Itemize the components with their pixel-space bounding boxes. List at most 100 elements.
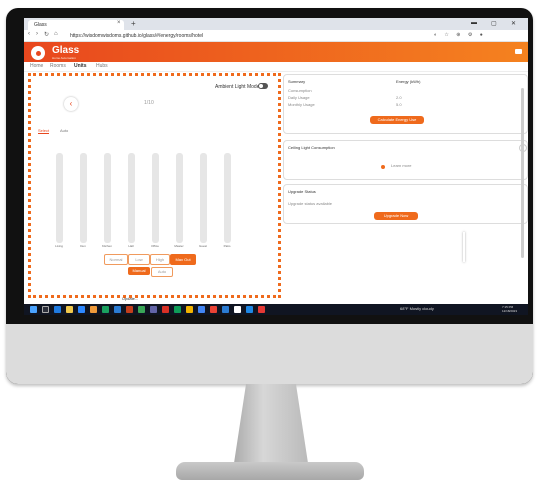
app-brand: Glass bbox=[52, 45, 80, 56]
start-icon[interactable] bbox=[30, 306, 37, 313]
monitor-chin bbox=[6, 324, 533, 384]
ceiling-title: Ceiling Light Consumption bbox=[288, 145, 335, 150]
slider-label: Master bbox=[174, 244, 184, 248]
tab-close-icon[interactable]: × bbox=[117, 20, 121, 26]
monitor-stand-neck bbox=[233, 384, 309, 466]
nav-rooms[interactable]: Rooms bbox=[50, 63, 66, 69]
clock-date: 12/18/2023 bbox=[502, 309, 518, 313]
heart-icon bbox=[381, 165, 385, 169]
excel-icon[interactable] bbox=[102, 306, 109, 313]
chip-normal[interactable]: Normal bbox=[104, 254, 128, 265]
new-tab-button[interactable]: + bbox=[131, 19, 136, 28]
app-icon[interactable] bbox=[222, 306, 229, 313]
row-value: 5.0 bbox=[396, 102, 402, 107]
upgrade-button[interactable]: Upgrade Now bbox=[374, 212, 418, 220]
slider-label: Den bbox=[80, 244, 86, 248]
forward-arrow-icon[interactable]: › bbox=[36, 31, 38, 37]
slider-label: Guest bbox=[198, 244, 207, 248]
page-indicator: 1/10 bbox=[144, 100, 154, 106]
app-icon[interactable] bbox=[234, 306, 241, 313]
app-icon[interactable] bbox=[210, 306, 217, 313]
learn-more-link[interactable]: Learn more bbox=[391, 163, 411, 168]
weather-tray[interactable]: 68°F Mostly cloudy bbox=[400, 306, 434, 311]
logo-eye-icon bbox=[36, 51, 41, 56]
maximize-icon[interactable]: ▢ bbox=[491, 20, 497, 27]
word-icon[interactable] bbox=[114, 306, 121, 313]
clock[interactable]: 7:15 PM 12/18/2023 bbox=[502, 305, 517, 313]
home-icon[interactable]: ⌂ bbox=[54, 31, 58, 37]
row-value: 2.0 bbox=[396, 95, 402, 100]
chrome-icon[interactable] bbox=[138, 306, 145, 313]
nav-units[interactable]: Units bbox=[74, 63, 87, 69]
tab-title: Glass bbox=[34, 22, 47, 28]
auto-button[interactable]: Auto bbox=[151, 267, 173, 277]
edge-icon[interactable] bbox=[54, 306, 61, 313]
screen: Glass × + ▬ ▢ ✕ ‹ › ↻ ⌂ https://wisdomwi… bbox=[24, 18, 528, 315]
toggle-knob bbox=[259, 84, 263, 88]
search-icon[interactable] bbox=[42, 306, 49, 313]
slider-office[interactable] bbox=[152, 153, 159, 243]
mouse-cursor bbox=[463, 232, 465, 262]
slider-label: Hall bbox=[128, 244, 134, 248]
back-arrow-icon[interactable]: ‹ bbox=[28, 31, 30, 37]
panel-footer-text: Update... bbox=[122, 296, 139, 301]
ambient-label: Ambient Light Mode bbox=[215, 84, 260, 90]
row-label: Consumption bbox=[288, 88, 312, 93]
taskbar bbox=[24, 304, 528, 315]
slider-label: Office bbox=[151, 244, 159, 248]
slider-label: Kitchen bbox=[101, 244, 112, 248]
chip-low[interactable]: Low bbox=[128, 254, 150, 265]
energy-heading: Energy (kWh) bbox=[396, 79, 421, 84]
folder-icon[interactable] bbox=[66, 306, 73, 313]
slider-label: Patio bbox=[223, 244, 231, 248]
url-field[interactable]: https://wisdomwisdoms.github.io/glass/#/… bbox=[70, 32, 370, 40]
row-label: Daily Usage bbox=[288, 95, 310, 100]
extension-icons[interactable]: ◐ ☆ ⊕ ⚙ ● bbox=[434, 32, 486, 38]
scrollbar[interactable] bbox=[521, 88, 524, 258]
store-icon[interactable] bbox=[78, 306, 85, 313]
summary-heading: Summary bbox=[288, 79, 306, 84]
browser-tab[interactable]: Glass bbox=[28, 20, 124, 30]
nav-home[interactable]: Home bbox=[30, 63, 43, 69]
app-green-icon[interactable] bbox=[174, 306, 181, 313]
app-brand-subtitle: Home Automation bbox=[52, 56, 76, 60]
slider-guest[interactable] bbox=[200, 153, 207, 243]
slider-living[interactable] bbox=[56, 153, 63, 243]
app-yellow-icon[interactable] bbox=[186, 306, 193, 313]
message-icon[interactable] bbox=[515, 49, 522, 54]
upgrade-card: Upgrade Status Upgrade status available … bbox=[283, 184, 528, 224]
slider-kitchen[interactable] bbox=[104, 153, 111, 243]
app-red-icon[interactable] bbox=[162, 306, 169, 313]
teams-icon[interactable] bbox=[150, 306, 157, 313]
upgrade-subtitle: Upgrade status available bbox=[288, 201, 333, 206]
summary-card: Summary Energy (kWh) Consumption Daily U… bbox=[283, 74, 528, 134]
prev-arrow-icon[interactable]: ‹ bbox=[64, 97, 78, 111]
close-window-icon[interactable]: ✕ bbox=[511, 20, 516, 27]
slider-patio[interactable] bbox=[224, 153, 231, 243]
slider-hall[interactable] bbox=[128, 153, 135, 243]
subnav: Home Rooms Units Hubs bbox=[24, 62, 528, 72]
slider-master[interactable] bbox=[176, 153, 183, 243]
slider-den[interactable] bbox=[80, 153, 87, 243]
calculate-button[interactable]: Calculate Energy Use bbox=[370, 116, 424, 124]
chip-max-out[interactable]: Max Out bbox=[170, 254, 196, 265]
minimize-icon[interactable]: ▬ bbox=[471, 20, 477, 26]
slider-label: Living bbox=[55, 244, 63, 248]
tab-select[interactable]: Select bbox=[38, 128, 50, 134]
manual-button[interactable]: Manual bbox=[128, 267, 150, 275]
chip-high[interactable]: High bbox=[150, 254, 170, 265]
ceiling-card: Ceiling Light Consumption 1 Learn more bbox=[283, 140, 528, 180]
app-blue-icon[interactable] bbox=[198, 306, 205, 313]
upgrade-title: Upgrade Status bbox=[288, 189, 316, 194]
app-icon[interactable] bbox=[258, 306, 265, 313]
tab-auto[interactable]: Auto bbox=[60, 128, 68, 133]
app-icon[interactable] bbox=[90, 306, 97, 313]
powerpoint-icon[interactable] bbox=[126, 306, 133, 313]
monitor-stand-base bbox=[176, 462, 364, 480]
reload-icon[interactable]: ↻ bbox=[44, 31, 49, 38]
row-label: Monthly Usage bbox=[288, 102, 315, 107]
app-header bbox=[24, 42, 528, 62]
mode-tabs: Select Auto bbox=[38, 128, 78, 134]
nav-hubs[interactable]: Hubs bbox=[96, 63, 108, 69]
app-icon[interactable] bbox=[246, 306, 253, 313]
